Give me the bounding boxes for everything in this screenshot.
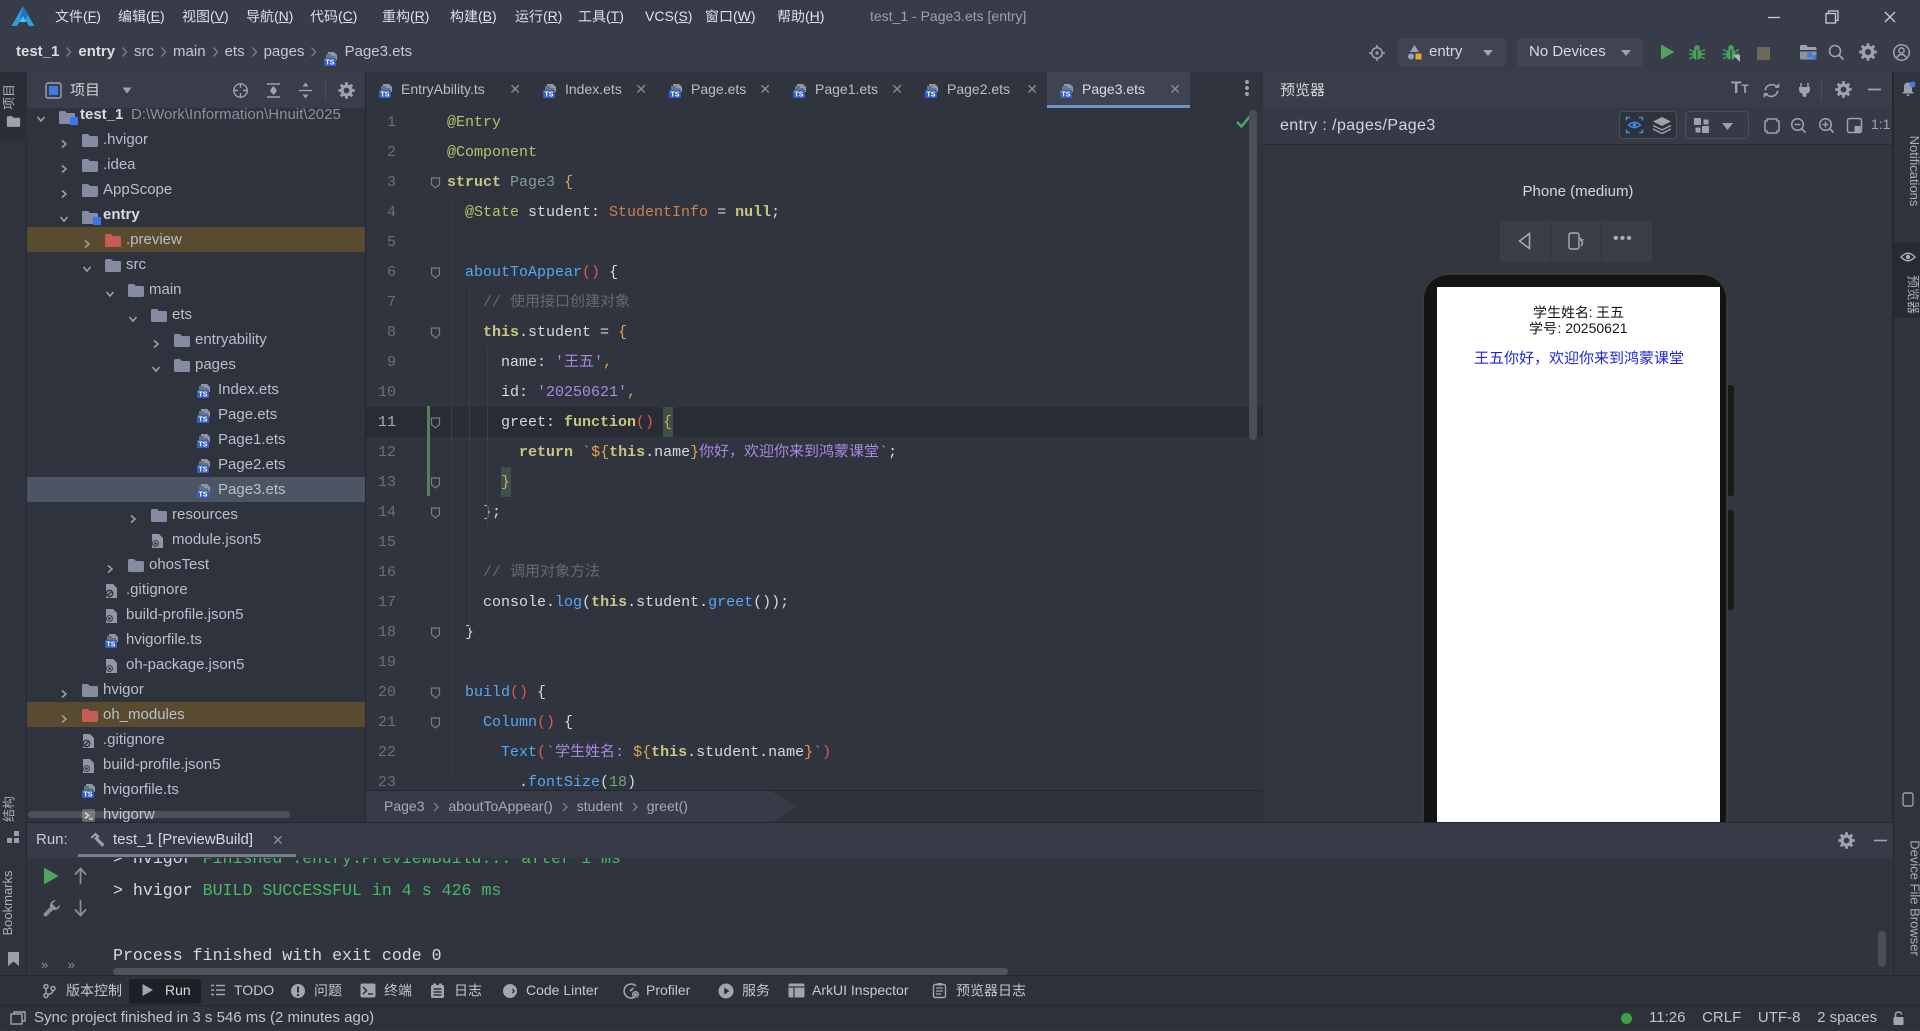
svg-text:Q: Q (633, 993, 638, 999)
svg-text:TS: TS (107, 641, 116, 648)
svg-text:TS: TS (326, 60, 335, 67)
svg-text:TS: TS (545, 91, 554, 98)
svg-text:TS: TS (381, 91, 390, 98)
svg-text:TS: TS (199, 441, 208, 448)
svg-text:TS: TS (199, 491, 208, 498)
svg-text:TS: TS (671, 91, 680, 98)
svg-text:TS: TS (795, 91, 804, 98)
svg-text:TS: TS (199, 416, 208, 423)
svg-text:TS: TS (199, 466, 208, 473)
svg-text:TS: TS (84, 791, 93, 798)
svg-text:TS: TS (199, 391, 208, 398)
svg-text:TS: TS (927, 91, 936, 98)
svg-text:TS: TS (1062, 91, 1071, 98)
